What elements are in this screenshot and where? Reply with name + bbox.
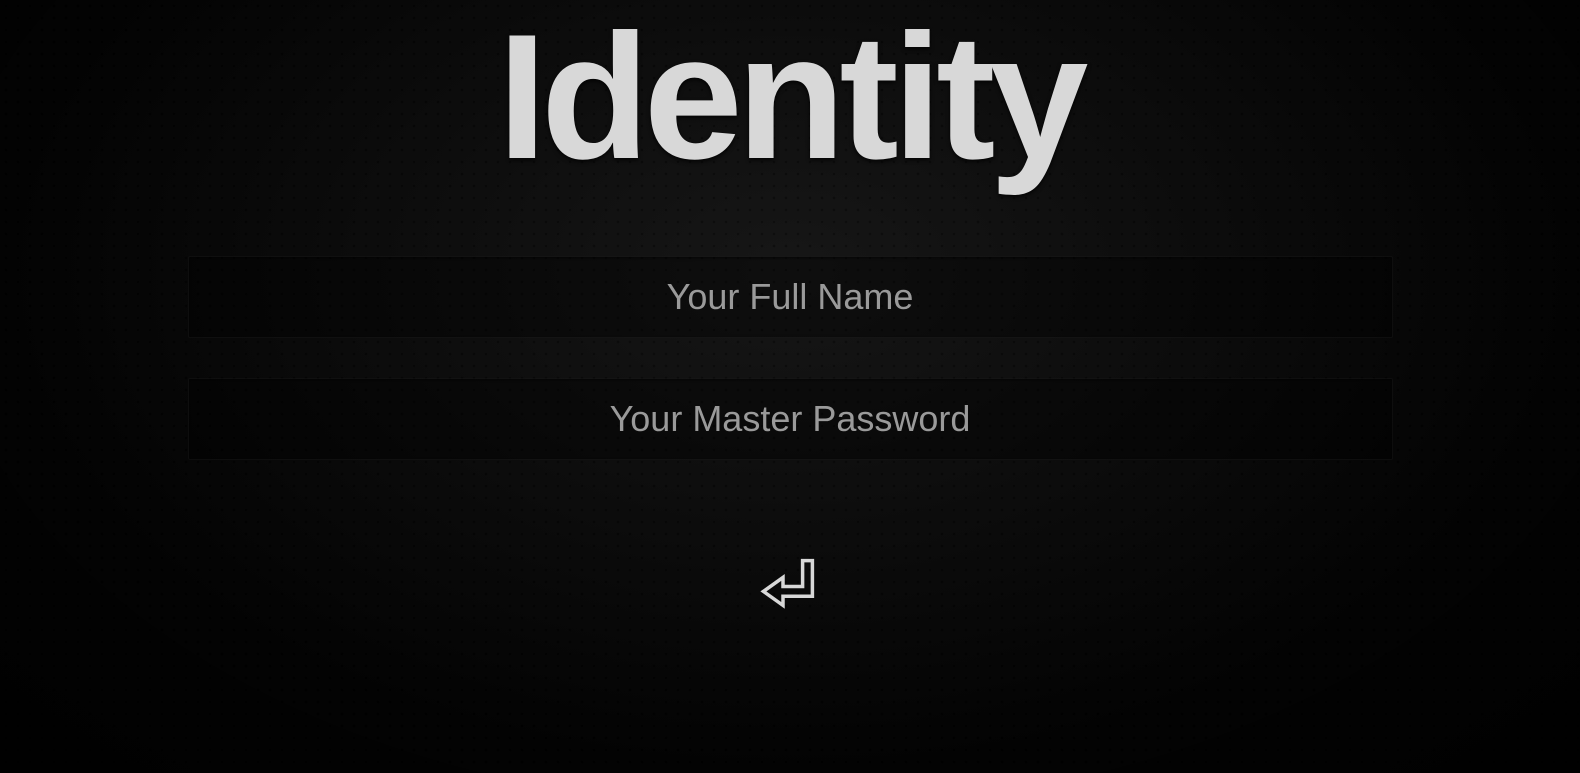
page-title: Identity [498,0,1083,204]
master-password-input[interactable] [188,378,1393,460]
identity-form-container: Identity [0,0,1580,773]
full-name-input[interactable] [188,256,1393,338]
identity-form [188,256,1393,460]
return-arrow-icon [755,548,825,621]
submit-button[interactable] [750,545,830,625]
